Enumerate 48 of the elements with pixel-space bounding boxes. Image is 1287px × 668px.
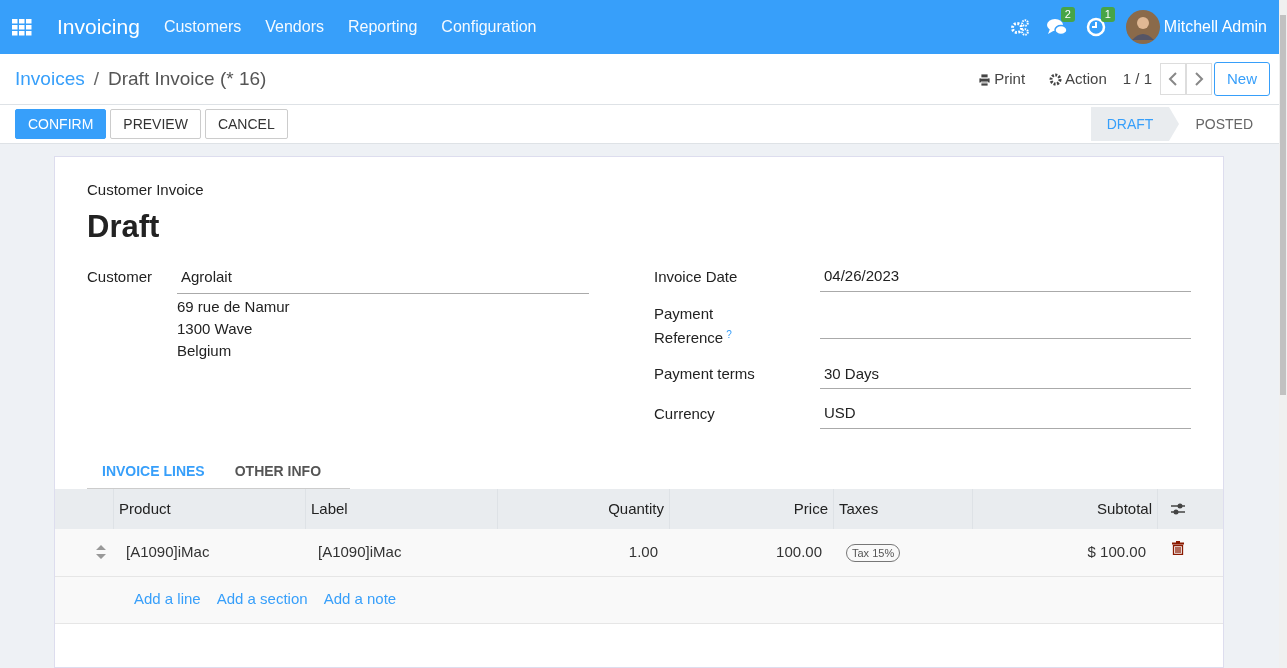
field-label: Currency — [654, 403, 716, 424]
notification-badge: 2 — [1060, 7, 1075, 22]
column-header[interactable]: Label — [306, 488, 498, 529]
form-subtitle: Customer Invoice — [87, 180, 205, 200]
gears-icon[interactable] — [1009, 18, 1030, 36]
field-label: Payment terms — [654, 364, 756, 385]
field-label: Customer — [87, 267, 154, 287]
table-cell-text: [A1090]iMac — [317, 541, 403, 562]
avatar-icon[interactable] — [1125, 10, 1160, 44]
customer-field[interactable]: Agrolait — [177, 262, 589, 294]
gear-icon — [1049, 72, 1063, 86]
column-header[interactable]: Quantity — [498, 488, 670, 529]
settings-icon[interactable] — [1170, 501, 1186, 516]
table-cell-text: [A1090]iMac — [125, 541, 211, 562]
form-title: Draft — [87, 207, 161, 246]
tab[interactable]: OTHER INFO — [219, 454, 337, 488]
action-button[interactable]: Print — [978, 67, 1026, 91]
field-label: Payment Reference $^{?}$ — [654, 303, 733, 348]
breadcrumb-separator: / — [93, 66, 99, 91]
table-cell-text: $ 100.00 — [1086, 541, 1147, 562]
notification-badge: 1 — [1100, 7, 1115, 22]
print-icon — [978, 72, 992, 86]
action-button[interactable]: Action — [1049, 67, 1107, 91]
input-field[interactable]: 30 Days — [820, 359, 1191, 389]
action-button[interactable]: PREVIEW — [110, 109, 201, 139]
table-cell-text: 1.00 — [627, 541, 659, 562]
trash-icon[interactable] — [1172, 541, 1184, 555]
action-button[interactable]: CANCEL — [204, 109, 288, 139]
address-line: 1300 Wave — [177, 318, 254, 339]
previous-icon[interactable] — [1160, 63, 1186, 95]
drag-handle-icon[interactable] — [95, 545, 106, 559]
field-label: Invoice Date — [654, 266, 739, 287]
chat-icon[interactable] — [1045, 17, 1068, 37]
column-header[interactable]: Subtotal — [973, 488, 1158, 529]
scrollbar[interactable] — [1279, 0, 1287, 668]
next-icon[interactable] — [1186, 63, 1212, 95]
input-field[interactable]: USD — [820, 399, 1191, 429]
address-line: 69 rue de Namur — [177, 296, 291, 317]
breadcrumb-current: Draft Invoice (* 16) — [108, 66, 267, 91]
table-cell-text: 100.00 — [775, 541, 823, 562]
column-header[interactable]: Taxes — [834, 488, 973, 529]
pager-value: 1 / 1 — [1122, 68, 1152, 89]
clock-icon[interactable] — [1085, 17, 1108, 37]
input-field[interactable]: 04/26/2023 — [820, 262, 1191, 292]
column-header[interactable]: Price — [670, 488, 834, 529]
address-line: Belgium — [177, 340, 233, 361]
column-header[interactable]: Product — [114, 488, 306, 529]
apps-menu-icon[interactable] — [12, 18, 32, 36]
